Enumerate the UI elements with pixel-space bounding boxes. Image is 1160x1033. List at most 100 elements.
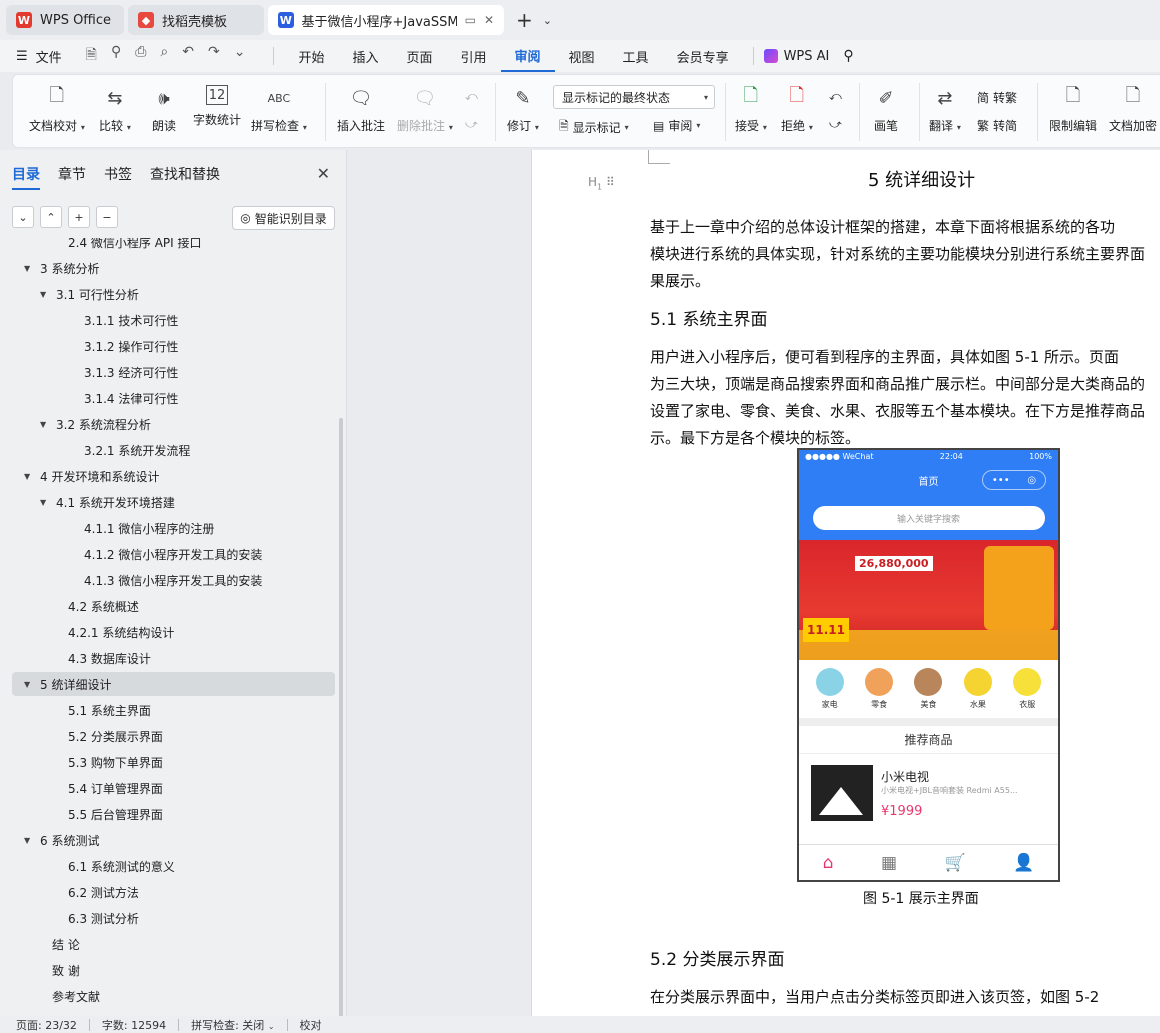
toc-item[interactable]: 参考文献 [12, 984, 335, 1008]
toc-item[interactable]: 4.1.1 微信小程序的注册 [12, 516, 335, 540]
save-icon[interactable]: 🗎 [86, 44, 97, 68]
page-indicator[interactable]: 页面: 23/32 [16, 1017, 77, 1033]
toc-item[interactable]: 6.2 测试方法 [12, 880, 335, 904]
caret-down-icon[interactable]: ▼ [24, 680, 36, 689]
toc-item[interactable]: ▼ 3.2 系统流程分析 [12, 412, 335, 436]
close-icon[interactable]: ✕ [317, 164, 330, 183]
figure-phone-screenshot[interactable]: ●●●●● WeChat 22:04 100% 首页 ••• ◎ 输入关键字搜索 … [797, 448, 1060, 882]
toc-item[interactable]: 2.4 微信小程序 API 接口 [12, 238, 335, 254]
toc-item[interactable]: 5.2 分类展示界面 [12, 724, 335, 748]
menu-insert[interactable]: 插入 [338, 40, 392, 72]
compare-button[interactable]: ⇆ 比较 ▾ [99, 75, 131, 134]
toc-item[interactable]: 6.1 系统测试的意义 [12, 854, 335, 878]
doc-check-button[interactable]: 🗋 文档校对 ▾ [29, 75, 85, 134]
toc-item[interactable]: 4.2 系统概述 [12, 594, 335, 618]
show-markup-button[interactable]: 🗎 显示标记 ▾ [559, 117, 629, 138]
toc-item[interactable]: 致 谢 [12, 958, 335, 982]
chevron-down-icon[interactable]: ⌄ [234, 44, 246, 68]
tab-chapters[interactable]: 章节 [58, 164, 86, 190]
minus-icon[interactable]: − [96, 206, 118, 228]
print-preview-icon[interactable]: ⌕ [160, 44, 168, 68]
toc-item[interactable]: ▼ 3 系统分析 [12, 256, 335, 280]
search-icon[interactable]: ⚲ [843, 48, 853, 64]
toc-item[interactable]: 3.1.4 法律可行性 [12, 386, 335, 410]
toc-item[interactable]: 5.4 订单管理界面 [12, 776, 335, 800]
to-traditional-button[interactable]: 简 转繁 [977, 89, 1017, 106]
menu-start[interactable]: 开始 [284, 40, 338, 72]
close-icon[interactable]: ✕ [484, 13, 494, 27]
reject-button[interactable]: 🗋 拒绝 ▾ [781, 75, 813, 134]
to-simplified-button[interactable]: 繁 转简 [977, 117, 1017, 134]
collapse-chevron-down-icon[interactable]: ⌄ [12, 206, 34, 228]
smart-toc-button[interactable]: ◎ 智能识别目录 [232, 206, 335, 230]
toc-item[interactable]: 4.3 数据库设计 [12, 646, 335, 670]
toc-item[interactable]: 4.1.3 微信小程序开发工具的安装 [12, 568, 335, 592]
file-menu[interactable]: ☰ 文件 [16, 47, 62, 66]
toc-item[interactable]: 结 论 [12, 932, 335, 956]
review-pane-button[interactable]: ▤ 审阅 ▾ [653, 117, 700, 134]
accept-button[interactable]: 🗋 接受 ▾ [735, 75, 767, 134]
caret-down-icon[interactable]: ▼ [24, 264, 36, 273]
toc-item[interactable]: 5.3 购物下单界面 [12, 750, 335, 774]
caret-down-icon[interactable]: ▼ [40, 290, 52, 299]
menu-review[interactable]: 审阅 [500, 40, 555, 72]
redo-icon[interactable]: ↷ [208, 44, 220, 68]
spell-check-button[interactable]: ABC 拼写检查 ▾ [251, 75, 307, 134]
next-comment-icon[interactable]: ⤻ [465, 117, 478, 132]
caret-down-icon[interactable]: ▼ [40, 420, 52, 429]
insert-comment-button[interactable]: 🗨 插入批注 [337, 75, 385, 134]
tab-docer-templates[interactable]: ◆ 找稻壳模板 [128, 5, 264, 35]
menu-view[interactable]: 视图 [555, 40, 609, 72]
tab-find-replace[interactable]: 查找和替换 [150, 164, 220, 190]
toc-item[interactable]: 5.1 系统主界面 [12, 698, 335, 722]
toc-item[interactable]: 4.1.2 微信小程序开发工具的安装 [12, 542, 335, 566]
restrict-edit-button[interactable]: 🗋 限制编辑 [1049, 75, 1097, 134]
toc-item[interactable]: 6.3 测试分析 [12, 906, 335, 930]
toc-item[interactable]: ▼ 3.1 可行性分析 [12, 282, 335, 306]
proofread-status[interactable]: 校对 [300, 1017, 322, 1033]
menu-member[interactable]: 会员专享 [663, 40, 743, 72]
menu-page[interactable]: 页面 [392, 40, 446, 72]
plus-icon[interactable]: + [68, 206, 90, 228]
menu-reference[interactable]: 引用 [447, 40, 501, 72]
toc-item[interactable]: 4.2.1 系统结构设计 [12, 620, 335, 644]
spell-check-status[interactable]: 拼写检查: 关闭 ⌄ [191, 1017, 274, 1033]
heading-marker[interactable]: H1 ⠿ [588, 175, 615, 191]
undo-icon[interactable]: ↶ [182, 44, 194, 68]
toc-item[interactable]: ▼ 5 统详细设计 [12, 672, 335, 696]
pen-button[interactable]: ✐ 画笔 [873, 75, 899, 134]
prev-change-icon[interactable]: ⤺ [829, 89, 842, 104]
new-tab-button[interactable]: + [516, 8, 533, 32]
read-aloud-button[interactable]: 🕪 朗读 [151, 75, 177, 134]
tab-current-document[interactable]: W 基于微信小程序+JavaSSM+M ▭ ✕ [268, 5, 504, 35]
toc-item[interactable]: ▼ 6 系统测试 [12, 828, 335, 852]
chevron-up-icon[interactable]: ⌃ [40, 206, 62, 228]
word-count-indicator[interactable]: 字数: 12594 [102, 1017, 166, 1033]
word-count-button[interactable]: 12 字数统计 [193, 75, 241, 128]
prev-comment-icon[interactable]: ⤺ [465, 89, 478, 104]
display-state-select[interactable]: 显示标记的最终状态 ▾ [553, 85, 715, 109]
next-change-icon[interactable]: ⤻ [829, 117, 842, 132]
tab-wps-office[interactable]: W WPS Office [6, 5, 124, 35]
menu-tools[interactable]: 工具 [609, 40, 663, 72]
chevron-down-icon[interactable]: ⌄ [543, 14, 552, 27]
caret-down-icon[interactable]: ▼ [40, 498, 52, 507]
share-icon[interactable]: ⚲ [111, 44, 121, 68]
tab-toc[interactable]: 目录 [12, 164, 40, 190]
toc-item[interactable]: 5.5 后台管理界面 [12, 802, 335, 826]
delete-comment-button[interactable]: 🗨 删除批注 ▾ [397, 75, 453, 134]
scrollbar[interactable] [339, 418, 343, 1018]
caret-down-icon[interactable]: ▼ [24, 836, 36, 845]
toc-item[interactable]: 3.2.1 系统开发流程 [12, 438, 335, 462]
caret-down-icon[interactable]: ▼ [24, 472, 36, 481]
wps-ai-button[interactable]: WPS AI [763, 49, 829, 64]
print-icon[interactable]: ⎙ [135, 44, 146, 68]
tab-bookmarks[interactable]: 书签 [104, 164, 132, 190]
revise-button[interactable]: ✎ 修订 ▾ [507, 75, 539, 134]
toc-item[interactable]: ▼ 4 开发环境和系统设计 [12, 464, 335, 488]
toc-item[interactable]: ▼ 4.1 系统开发环境搭建 [12, 490, 335, 514]
toc-item[interactable]: 3.1.3 经济可行性 [12, 360, 335, 384]
toc-item[interactable]: 3.1.1 技术可行性 [12, 308, 335, 332]
translate-button[interactable]: ⇄ 翻译 ▾ [929, 75, 961, 134]
toc-item[interactable]: 3.1.2 操作可行性 [12, 334, 335, 358]
